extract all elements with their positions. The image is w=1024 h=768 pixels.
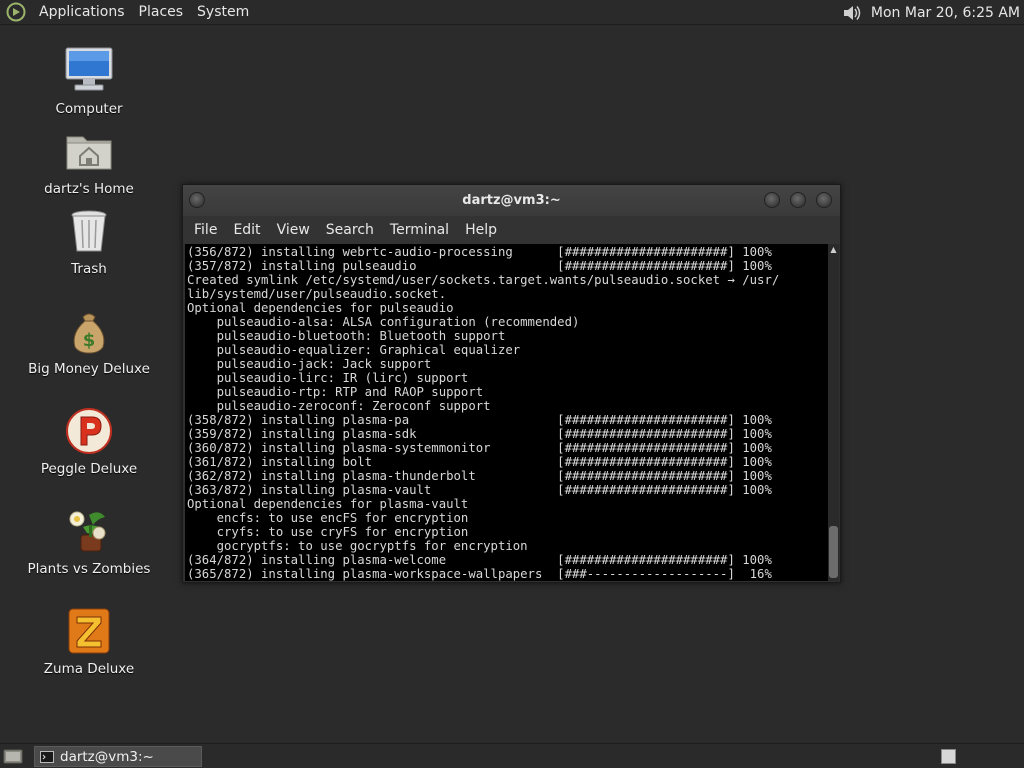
terminal-line: cryfs: to use cryFS for encryption xyxy=(187,525,469,539)
terminal-line: pulseaudio-jack: Jack support xyxy=(187,357,432,371)
terminal-line: (363/872) installing plasma-vault [#####… xyxy=(187,483,772,497)
desktop-icon-big-money[interactable]: $ Big Money Deluxe xyxy=(19,305,159,377)
desktop-icon-label: Trash xyxy=(71,261,107,277)
terminal-line: (365/872) installing plasma-workspace-wa… xyxy=(187,567,772,581)
menu-file[interactable]: File xyxy=(186,222,225,238)
menu-view[interactable]: View xyxy=(269,222,318,238)
desktop-icon-label: Plants vs Zombies xyxy=(27,561,151,577)
svg-text:$: $ xyxy=(83,330,96,351)
show-desktop-icon[interactable] xyxy=(3,747,23,765)
window-menu-button[interactable] xyxy=(189,192,205,208)
scrollbar-thumb[interactable] xyxy=(829,526,838,578)
places-menu[interactable]: Places xyxy=(132,0,191,25)
desktop-icon-label: Peggle Deluxe xyxy=(40,461,138,477)
terminal-line: pulseaudio-bluetooth: Bluetooth support xyxy=(187,329,506,343)
close-button[interactable] xyxy=(816,192,832,208)
terminal-line: (358/872) installing plasma-pa [########… xyxy=(187,413,772,427)
window-title: dartz@vm3:~ xyxy=(462,193,561,208)
top-panel: Applications Places System Mon Mar 20, 6… xyxy=(0,0,1024,25)
menu-edit[interactable]: Edit xyxy=(225,222,268,238)
menu-search[interactable]: Search xyxy=(318,222,382,238)
trash-icon xyxy=(63,205,115,257)
desktop-icon-home[interactable]: dartz's Home xyxy=(19,125,159,197)
peggle-icon xyxy=(63,405,115,457)
home-folder-icon xyxy=(63,125,115,177)
applications-menu[interactable]: Applications xyxy=(32,0,132,25)
maximize-button[interactable] xyxy=(790,192,806,208)
menu-terminal[interactable]: Terminal xyxy=(382,222,457,238)
desktop-icon-label: dartz's Home xyxy=(44,181,134,197)
computer-icon xyxy=(63,45,115,97)
scroll-up-arrow-icon[interactable]: ▲ xyxy=(829,245,838,255)
desktop-icon-plants-vs-zombies[interactable]: Plants vs Zombies xyxy=(19,505,159,577)
top-panel-tray: Mon Mar 20, 6:25 AM xyxy=(841,0,1020,25)
desktop-icon-zuma[interactable]: Zuma Deluxe xyxy=(19,605,159,677)
desktop-icon-label: Zuma Deluxe xyxy=(43,661,135,677)
menu-help[interactable]: Help xyxy=(457,222,505,238)
terminal-scrollbar[interactable]: ▲ xyxy=(828,244,839,581)
plants-vs-zombies-icon xyxy=(63,505,115,557)
terminal-line: (356/872) installing webrtc-audio-proces… xyxy=(187,245,772,259)
terminal-icon xyxy=(40,750,54,763)
taskbar-button-label: dartz@vm3:~ xyxy=(60,748,154,765)
terminal-line: pulseaudio-rtp: RTP and RAOP support xyxy=(187,385,484,399)
desktop-icon-label: Big Money Deluxe xyxy=(28,361,150,377)
terminal-line: (357/872) installing pulseaudio [#######… xyxy=(187,259,772,273)
terminal-line: pulseaudio-alsa: ALSA configuration (rec… xyxy=(187,315,580,329)
bottom-panel: dartz@vm3:~ xyxy=(0,743,1024,768)
terminal-line: (360/872) installing plasma-systemmonito… xyxy=(187,441,772,455)
window-titlebar[interactable]: dartz@vm3:~ xyxy=(183,185,840,216)
desktop-icon-peggle[interactable]: Peggle Deluxe xyxy=(19,405,159,477)
desktop-icon-trash[interactable]: Trash xyxy=(19,205,159,277)
terminal-window[interactable]: dartz@vm3:~ File Edit View Search Termin… xyxy=(182,184,841,583)
money-bag-icon: $ xyxy=(63,305,115,357)
terminal-line: pulseaudio-lirc: IR (lirc) support xyxy=(187,371,469,385)
terminal-line: (364/872) installing plasma-welcome [###… xyxy=(187,553,772,567)
desktop-icon-computer[interactable]: Computer xyxy=(19,45,159,117)
terminal-line: encfs: to use encFS for encryption xyxy=(187,511,469,525)
terminal-line: (359/872) installing plasma-sdk [#######… xyxy=(187,427,772,441)
distro-logo-icon[interactable] xyxy=(6,2,26,22)
system-menu[interactable]: System xyxy=(190,0,256,25)
terminal-line: (362/872) installing plasma-thunderbolt … xyxy=(187,469,772,483)
terminal-line: lib/systemd/user/pulseaudio.socket. xyxy=(187,287,447,301)
terminal-line: Optional dependencies for pulseaudio xyxy=(187,301,454,315)
workspace-switcher-icon[interactable] xyxy=(941,749,956,764)
speaker-icon[interactable] xyxy=(841,3,863,23)
terminal-line: (361/872) installing bolt [#############… xyxy=(187,455,772,469)
zuma-icon xyxy=(63,605,115,657)
minimize-button[interactable] xyxy=(764,192,780,208)
terminal-line: gocryptfs: to use gocryptfs for encrypti… xyxy=(187,539,528,553)
terminal-line: pulseaudio-zeroconf: Zeroconf support xyxy=(187,399,491,413)
terminal-output[interactable]: (356/872) installing webrtc-audio-proces… xyxy=(185,244,828,581)
clock[interactable]: Mon Mar 20, 6:25 AM xyxy=(871,5,1020,21)
desktop-icon-label: Computer xyxy=(55,101,123,117)
terminal-line: Created symlink /etc/systemd/user/socket… xyxy=(187,273,780,287)
terminal-line: Optional dependencies for plasma-vault xyxy=(187,497,469,511)
terminal-menubar: File Edit View Search Terminal Help xyxy=(183,216,840,244)
terminal-line: pulseaudio-equalizer: Graphical equalize… xyxy=(187,343,521,357)
taskbar-terminal-button[interactable]: dartz@vm3:~ xyxy=(34,746,202,767)
